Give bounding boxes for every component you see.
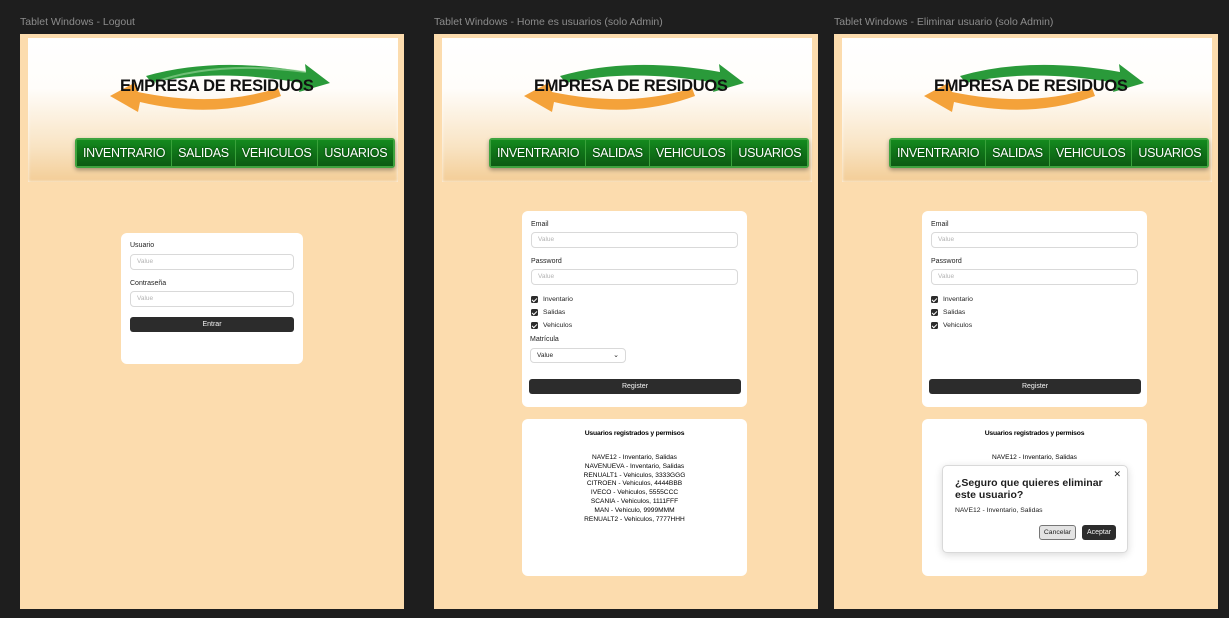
- checkbox-checked-icon[interactable]: [531, 309, 538, 316]
- password-label: Password: [931, 258, 962, 265]
- nav-vehiculos[interactable]: VEHICULOS: [649, 140, 733, 166]
- checkbox-checked-icon[interactable]: [931, 322, 938, 329]
- nav-usuarios[interactable]: USUARIOS: [318, 140, 394, 166]
- accept-button[interactable]: Aceptar: [1082, 525, 1116, 540]
- usuario-input[interactable]: Value: [130, 254, 294, 270]
- list-item: SCANIA - Vehiculos, 1111FFF: [590, 497, 679, 505]
- main-nav: INVENTRARIO SALIDAS VEHICULOS USUARIOS: [889, 138, 1210, 168]
- nav-usuarios[interactable]: USUARIOS: [732, 140, 808, 166]
- checkbox-salidas[interactable]: Salidas: [531, 309, 565, 316]
- matricula-select[interactable]: Value ⌄: [530, 348, 626, 363]
- brand-name: EMPRESA DE RESIDUOS: [120, 77, 314, 95]
- frame-delete: EMPRESA DE RESIDUOS INVENTRARIO SALIDAS …: [834, 34, 1218, 609]
- header-banner: EMPRESA DE RESIDUOS INVENTRARIO SALIDAS …: [842, 38, 1212, 182]
- checkbox-inventario[interactable]: Inventario: [931, 296, 973, 303]
- frame-title-home: Tablet Windows - Home es usuarios (solo …: [434, 16, 663, 28]
- email-input[interactable]: Value: [931, 232, 1138, 248]
- nav-vehiculos[interactable]: VEHICULOS: [235, 140, 319, 166]
- list-item: RENUALT2 - Vehiculos, 7777HHH: [584, 515, 685, 523]
- checkbox-vehiculos[interactable]: Vehiculos: [931, 322, 972, 329]
- checkbox-label: Salidas: [543, 309, 566, 316]
- password-input[interactable]: Value: [531, 269, 738, 285]
- brand-name: EMPRESA DE RESIDUOS: [934, 77, 1128, 95]
- checkbox-checked-icon[interactable]: [531, 322, 538, 329]
- delete-confirm-dialog: ✕ ¿Seguro que quieres eliminar este usua…: [942, 465, 1128, 553]
- list-item: MAN - Vehiculo, 9999MMM: [594, 506, 675, 514]
- email-label: Email: [531, 221, 549, 228]
- checkbox-label: Inventario: [543, 296, 573, 303]
- nav-inventrario[interactable]: INVENTRARIO: [77, 140, 173, 166]
- frame-logout: EMPRESA DE RESIDUOS INVENTRARIO SALIDAS …: [20, 34, 404, 609]
- header-banner: EMPRESA DE RESIDUOS INVENTRARIO SALIDAS …: [28, 38, 398, 182]
- frame-title-logout: Tablet Windows - Logout: [20, 16, 135, 28]
- nav-salidas[interactable]: SALIDAS: [986, 140, 1050, 166]
- matricula-label: Matrícula: [530, 336, 559, 343]
- nav-vehiculos[interactable]: VEHICULOS: [1049, 140, 1133, 166]
- email-label: Email: [931, 221, 949, 228]
- checkbox-label: Vehiculos: [543, 322, 573, 329]
- checkbox-label: Salidas: [943, 309, 966, 316]
- nav-inventrario[interactable]: INVENTRARIO: [491, 140, 587, 166]
- usuario-label: Usuario: [130, 242, 155, 249]
- checkbox-label: Vehiculos: [943, 322, 973, 329]
- register-button[interactable]: Register: [929, 379, 1141, 394]
- password-input[interactable]: Value: [130, 291, 294, 307]
- dialog-title: ¿Seguro que quieres eliminar este usuari…: [955, 477, 1103, 501]
- brand-name: EMPRESA DE RESIDUOS: [534, 77, 728, 95]
- chevron-down-icon: ⌄: [613, 352, 619, 359]
- register-button[interactable]: Register: [529, 379, 741, 394]
- users-list-title: Usuarios registrados y permisos: [584, 430, 685, 437]
- list-item: CITROEN - Vehiculos, 4444BBB: [586, 480, 683, 488]
- password-label: Password: [531, 258, 562, 265]
- checkbox-label: Inventario: [943, 296, 973, 303]
- list-item: NAVENUEVA - Inventario, Salidas: [584, 462, 685, 470]
- users-list: NAVE12 - Inventario, Salidas NAVENUEVA -…: [522, 454, 747, 524]
- checkbox-checked-icon[interactable]: [531, 296, 538, 303]
- nav-salidas[interactable]: SALIDAS: [586, 140, 650, 166]
- checkbox-inventario[interactable]: Inventario: [531, 296, 573, 303]
- header-banner: EMPRESA DE RESIDUOS INVENTRARIO SALIDAS …: [442, 38, 812, 182]
- password-input[interactable]: Value: [931, 269, 1138, 285]
- password-label: Contraseña: [130, 280, 167, 287]
- frame-title-delete: Tablet Windows - Eliminar usuario (solo …: [834, 16, 1054, 28]
- users-list: NAVE12 - Inventario, Salidas: [922, 454, 1147, 463]
- checkbox-salidas[interactable]: Salidas: [931, 309, 965, 316]
- matricula-select-value: Value: [537, 352, 554, 359]
- login-card: Usuario Value Contraseña Value Entrar: [121, 233, 303, 364]
- register-card: Email Value Password Value Inventario Sa…: [922, 211, 1147, 407]
- list-item: NAVE12 - Inventario, Salidas: [592, 454, 677, 461]
- nav-salidas[interactable]: SALIDAS: [172, 140, 236, 166]
- checkbox-checked-icon[interactable]: [931, 309, 938, 316]
- frame-home: EMPRESA DE RESIDUOS INVENTRARIO SALIDAS …: [434, 34, 818, 609]
- nav-inventrario[interactable]: INVENTRARIO: [891, 140, 987, 166]
- main-nav: INVENTRARIO SALIDAS VEHICULOS USUARIOS: [489, 138, 810, 168]
- nav-usuarios[interactable]: USUARIOS: [1132, 140, 1208, 166]
- email-input[interactable]: Value: [531, 232, 738, 248]
- users-list-title: Usuarios registrados y permisos: [984, 430, 1085, 437]
- main-nav: INVENTRARIO SALIDAS VEHICULOS USUARIOS: [75, 138, 396, 168]
- list-item: IVECO - Vehiculos, 5555CCC: [590, 489, 679, 497]
- login-button[interactable]: Entrar: [130, 317, 294, 332]
- checkbox-vehiculos[interactable]: Vehiculos: [531, 322, 572, 329]
- checkbox-checked-icon[interactable]: [931, 296, 938, 303]
- cancel-button[interactable]: Cancelar: [1039, 525, 1076, 540]
- list-item: NAVE12 - Inventario, Salidas: [992, 454, 1077, 461]
- users-list-card: Usuarios registrados y permisos NAVE12 -…: [522, 419, 747, 576]
- dialog-body: NAVE12 - Inventario, Salidas: [955, 507, 1043, 514]
- register-card: Email Value Password Value Inventario Sa…: [522, 211, 747, 407]
- list-item: RENUALT1 - Vehiculos, 3333GGG: [583, 471, 686, 479]
